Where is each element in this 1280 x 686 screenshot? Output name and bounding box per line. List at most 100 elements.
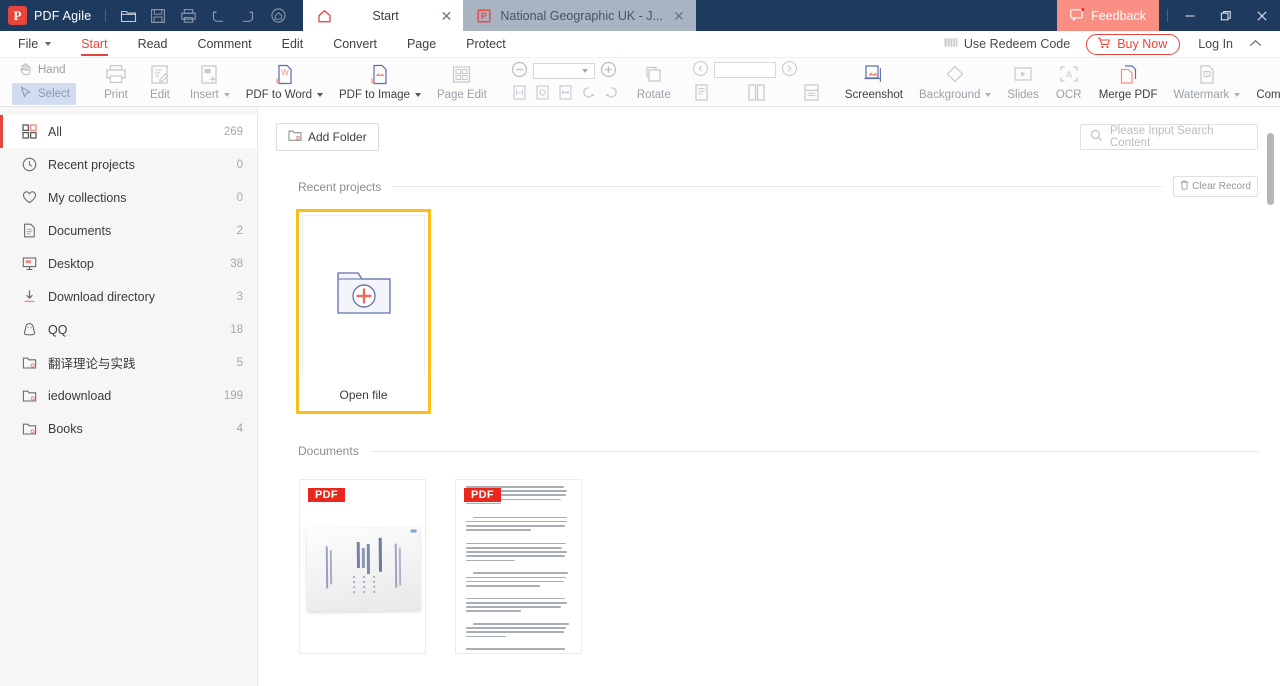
content-area: Add Folder Please Input Search Content R… [258, 107, 1280, 686]
scrollbar-thumb[interactable] [1267, 133, 1274, 205]
clear-record-button[interactable]: Clear Record [1173, 176, 1258, 197]
rotate-button[interactable]: Rotate [632, 58, 676, 106]
sidebar-item-all[interactable]: All 269 [0, 115, 257, 148]
document-card[interactable]: PDF [455, 479, 582, 654]
single-page-view-icon[interactable] [692, 83, 711, 105]
restore-icon[interactable] [1208, 0, 1244, 31]
add-folder-label: Add Folder [308, 130, 367, 144]
login-button[interactable]: Log In [1190, 37, 1241, 51]
content-toolbar: Add Folder Please Input Search Content [258, 107, 1280, 151]
rotate-left-icon[interactable] [580, 84, 597, 104]
clear-record-label: Clear Record [1192, 181, 1251, 192]
screenshot-button[interactable]: Screenshot [837, 58, 911, 106]
open-folder-icon[interactable] [115, 3, 141, 29]
edit-label: Edit [150, 89, 170, 101]
select-tool-button[interactable]: Select [12, 83, 76, 105]
menu-item-start[interactable]: Start [66, 31, 122, 58]
chevron-up-icon[interactable] [1245, 37, 1270, 51]
undo-icon[interactable] [205, 3, 231, 29]
pdf-to-word-button[interactable]: W PDF to Word [238, 58, 331, 106]
sidebar-item-translation-theory[interactable]: 翻译理论与实践 5 [0, 346, 257, 379]
slides-icon [1012, 63, 1034, 86]
tab-start[interactable]: Start ✕ [303, 0, 464, 31]
documents-section-header: Documents [258, 444, 1280, 458]
pdf-to-image-label: PDF to Image [339, 89, 421, 101]
close-icon[interactable]: ✕ [439, 9, 455, 23]
menu-item-edit[interactable]: Edit [267, 31, 319, 58]
sidebar-item-desktop[interactable]: Desktop 38 [0, 247, 257, 280]
zoom-input[interactable] [532, 62, 595, 79]
sidebar-item-books[interactable]: Books 4 [0, 412, 257, 445]
recent-projects-title: Recent projects [298, 179, 382, 194]
sidebar-item-my-collections[interactable]: My collections 0 [0, 181, 257, 214]
zoom-out-icon[interactable] [511, 61, 528, 81]
print-icon[interactable] [175, 3, 201, 29]
sidebar-item-label: Documents [48, 223, 112, 238]
open-file-card[interactable]: Open file [296, 209, 431, 414]
menu-item-comment[interactable]: Comment [182, 31, 266, 58]
buy-now-button[interactable]: Buy Now [1086, 33, 1181, 55]
background-button[interactable]: Background [911, 58, 999, 106]
feedback-button[interactable]: Feedback [1057, 0, 1159, 31]
home-circle-icon[interactable] [265, 3, 291, 29]
slides-button[interactable]: Slides [999, 58, 1046, 106]
continuous-scroll-icon[interactable] [802, 83, 821, 105]
tab-national-geographic[interactable]: National Geographic UK - J... ✕ [463, 0, 696, 31]
menu-item-read[interactable]: Read [123, 31, 183, 58]
redeem-label: Use Redeem Code [963, 37, 1071, 51]
sidebar-item-count: 199 [223, 389, 243, 402]
page-number-input[interactable] [713, 61, 776, 78]
sidebar-item-count: 38 [230, 257, 243, 270]
minimize-icon[interactable] [1172, 0, 1208, 31]
fit-page-icon[interactable] [534, 84, 551, 104]
fit-width-icon[interactable] [557, 84, 574, 104]
redo-icon[interactable] [235, 3, 261, 29]
page-next-icon[interactable] [781, 60, 798, 80]
add-folder-button[interactable]: Add Folder [276, 123, 379, 151]
sidebar-item-iedownload[interactable]: iedownload 199 [0, 379, 257, 412]
print-button[interactable]: Print [94, 58, 138, 106]
menu-item-convert[interactable]: Convert [318, 31, 392, 58]
use-redeem-code-button[interactable]: Use Redeem Code [938, 37, 1076, 51]
close-icon[interactable] [1244, 0, 1280, 31]
menu-label: Start [81, 37, 108, 51]
pdf-to-image-icon [368, 63, 391, 86]
menu-label: Protect [466, 37, 506, 51]
sidebar-item-download-directory[interactable]: Download directory 3 [0, 280, 257, 313]
merge-pdf-button[interactable]: Merge PDF [1091, 58, 1166, 106]
document-card[interactable]: PDF [299, 479, 426, 654]
quick-access-toolbar [115, 0, 291, 31]
close-icon[interactable]: ✕ [671, 9, 687, 23]
fit-actual-size-icon[interactable] [511, 84, 528, 104]
hand-tool-button[interactable]: Hand [12, 59, 76, 81]
sidebar-item-recent-projects[interactable]: Recent projects 0 [0, 148, 257, 181]
save-icon[interactable] [145, 3, 171, 29]
chevron-down-icon [223, 93, 230, 97]
two-page-view-icon[interactable] [747, 83, 766, 105]
edit-button[interactable]: Edit [138, 58, 182, 106]
monitor-icon [21, 256, 37, 272]
content-scrollbar[interactable] [1267, 107, 1277, 686]
sidebar-item-qq[interactable]: QQ 18 [0, 313, 257, 346]
pdf-badge: PDF [308, 488, 345, 502]
sidebar-item-label: QQ [48, 322, 68, 337]
search-input[interactable]: Please Input Search Content [1080, 124, 1258, 150]
page-edit-button[interactable]: Page Edit [429, 58, 495, 106]
menu-item-page[interactable]: Page [392, 31, 451, 58]
pdf-to-image-button[interactable]: PDF to Image [331, 58, 429, 106]
compress-pdf-button[interactable]: Compress PDF [1248, 58, 1280, 106]
menu-item-protect[interactable]: Protect [451, 31, 521, 58]
feedback-label: Feedback [1091, 8, 1146, 23]
sidebar-item-documents[interactable]: Documents 2 [0, 214, 257, 247]
chevron-down-icon[interactable] [581, 68, 588, 73]
menu-item-file[interactable]: File [0, 31, 66, 58]
page-previous-icon[interactable] [692, 60, 709, 80]
watermark-button[interactable]: S Watermark [1166, 58, 1249, 106]
ocr-button[interactable]: A OCR [1047, 58, 1091, 106]
insert-button[interactable]: Insert [182, 58, 238, 106]
documents-cards: PDF PDF [258, 458, 1280, 654]
sidebar-item-label: 翻译理论与实践 [48, 357, 136, 371]
rotate-right-icon[interactable] [603, 84, 620, 104]
zoom-in-icon[interactable] [600, 61, 617, 81]
toolbar-group-basic: Print Edit Insert W PDF to Word PDF to I… [94, 58, 495, 106]
